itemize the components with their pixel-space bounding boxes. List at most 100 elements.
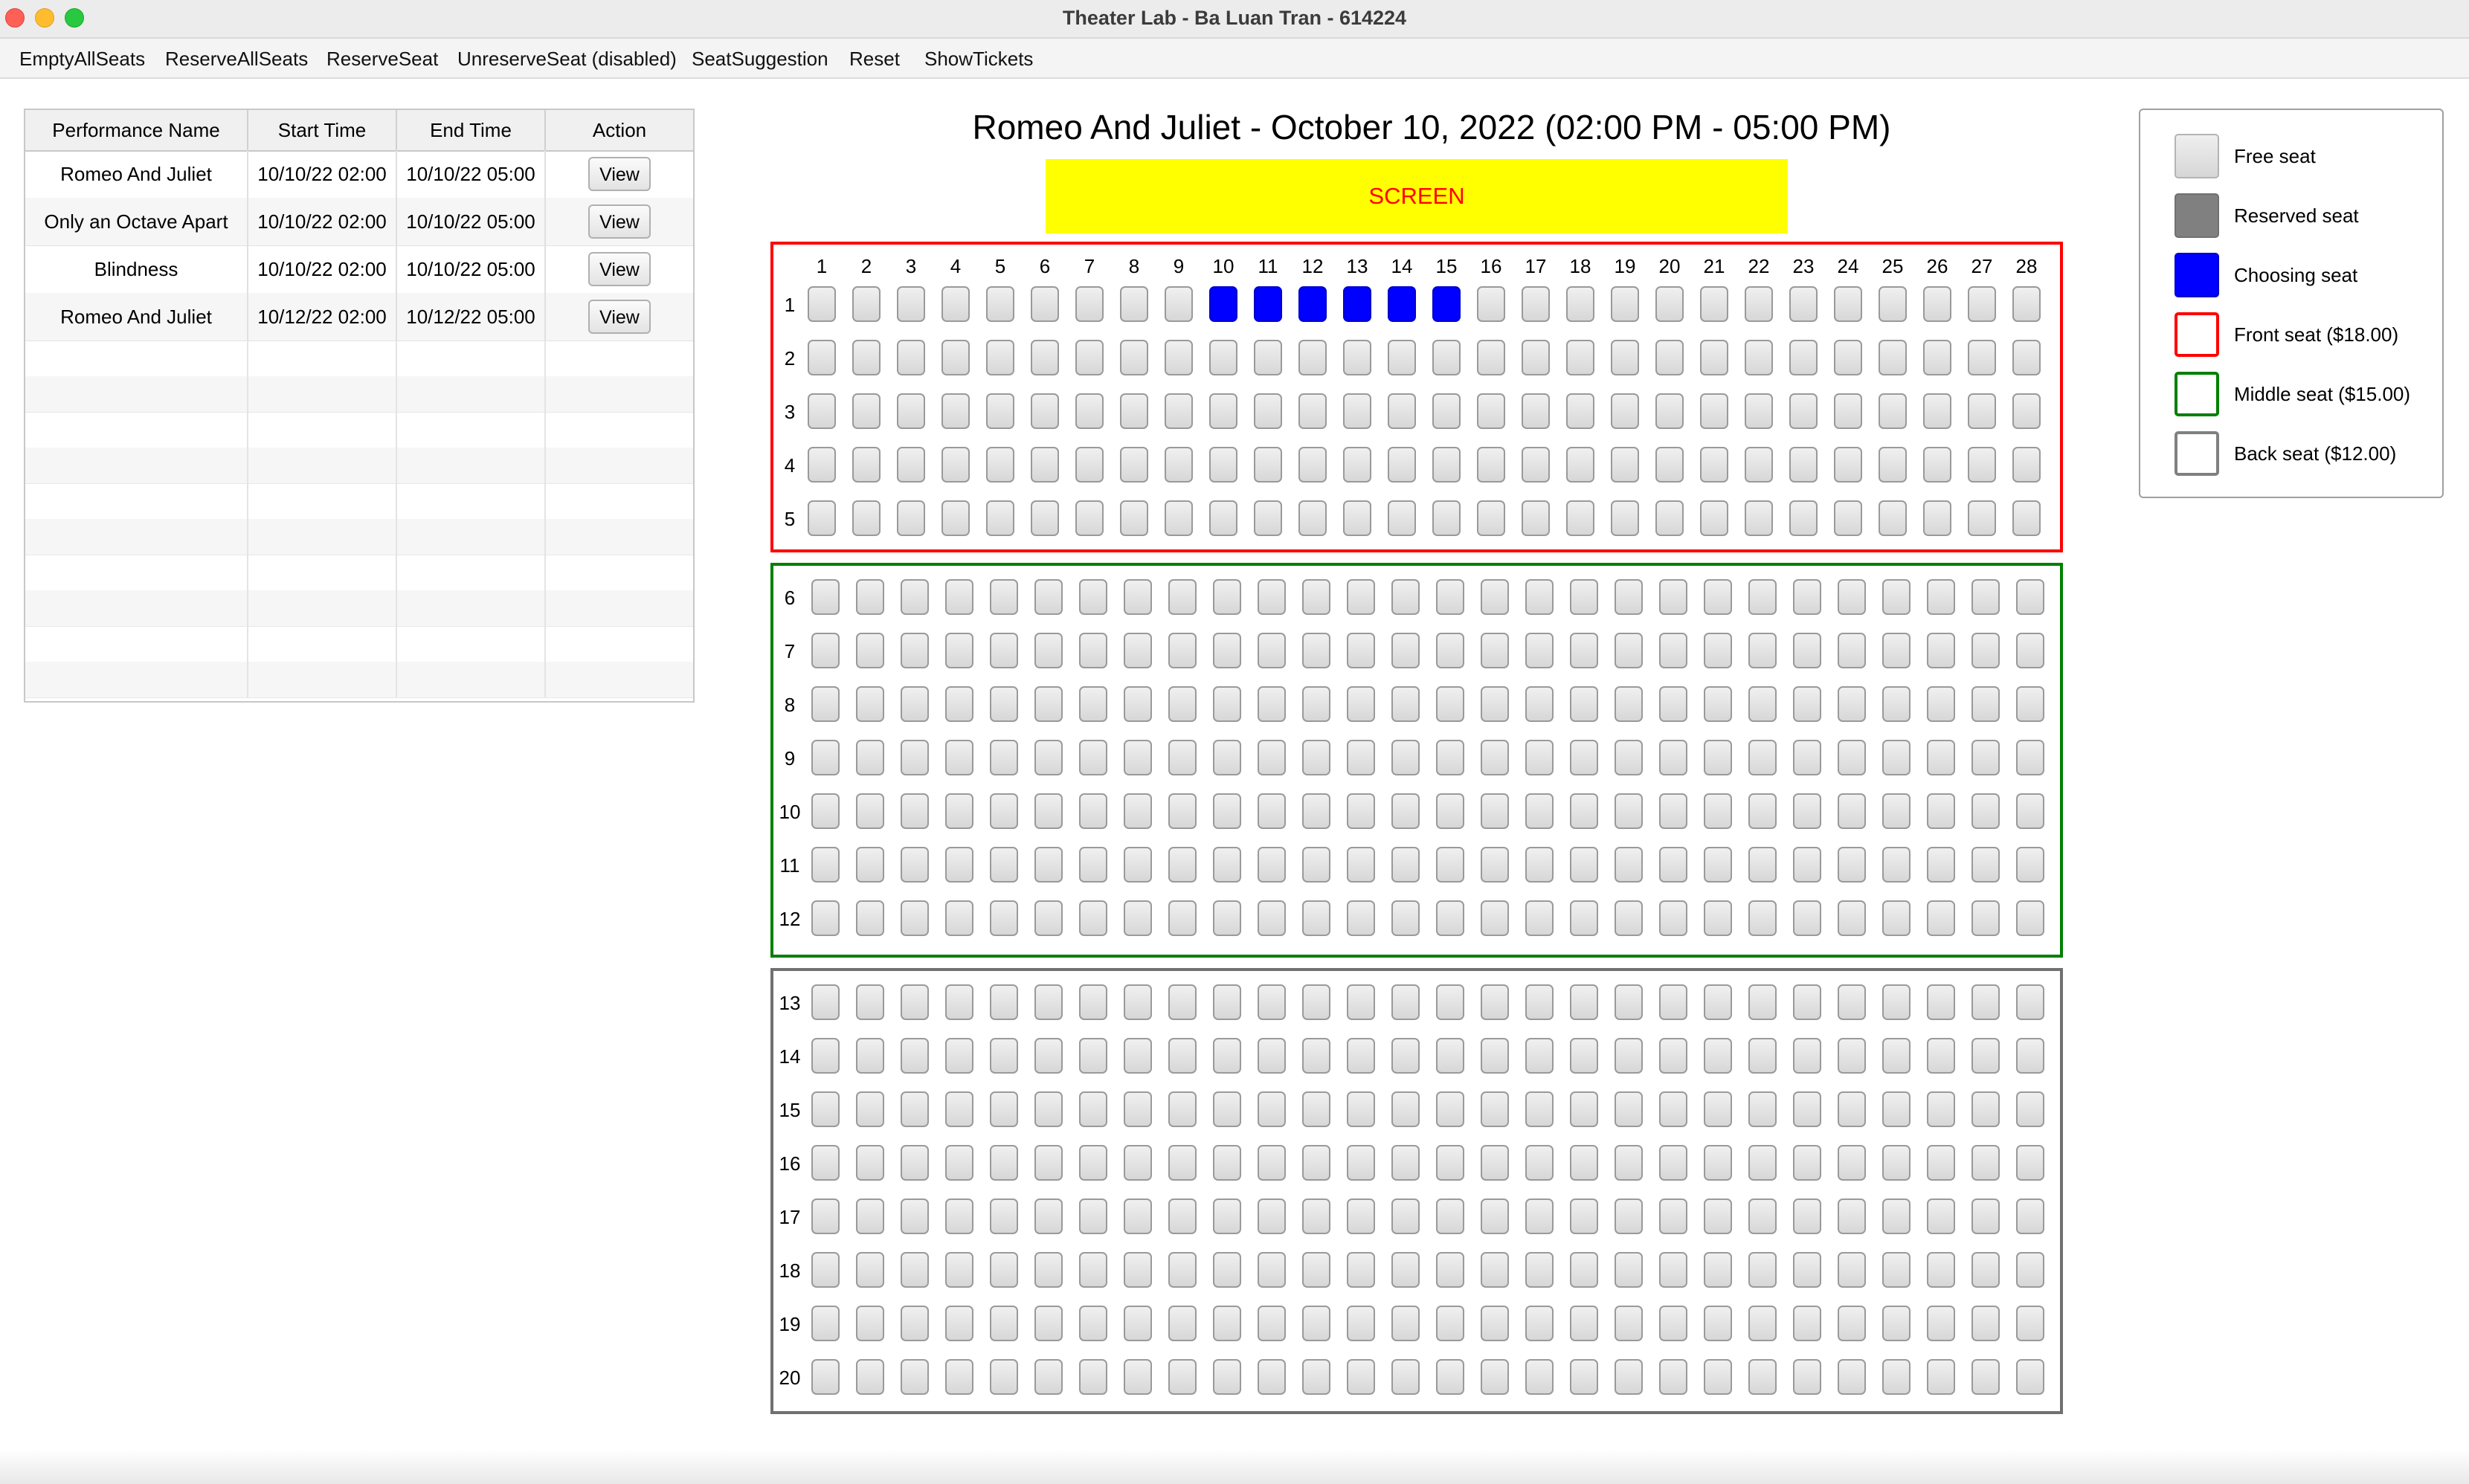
seat-r18-c2[interactable] bbox=[856, 1252, 884, 1288]
seat-r8-c11[interactable] bbox=[1258, 686, 1286, 722]
view-button[interactable]: View bbox=[588, 204, 651, 239]
seat-r9-c20[interactable] bbox=[1659, 740, 1687, 775]
seat-r19-c10[interactable] bbox=[1213, 1306, 1241, 1341]
seat-r12-c22[interactable] bbox=[1748, 900, 1777, 936]
seat-r19-c6[interactable] bbox=[1034, 1306, 1063, 1341]
seat-r13-c5[interactable] bbox=[990, 984, 1018, 1020]
seat-r3-c9[interactable] bbox=[1165, 393, 1193, 429]
seat-r20-c28[interactable] bbox=[2016, 1359, 2044, 1395]
seat-r3-c4[interactable] bbox=[941, 393, 970, 429]
seat-r17-c5[interactable] bbox=[990, 1199, 1018, 1234]
seat-r18-c5[interactable] bbox=[990, 1252, 1018, 1288]
seat-r12-c15[interactable] bbox=[1436, 900, 1464, 936]
seat-r16-c14[interactable] bbox=[1391, 1145, 1420, 1181]
seat-r15-c15[interactable] bbox=[1436, 1091, 1464, 1127]
seat-r18-c21[interactable] bbox=[1704, 1252, 1732, 1288]
seat-r11-c5[interactable] bbox=[990, 847, 1018, 883]
seat-r9-c6[interactable] bbox=[1034, 740, 1063, 775]
seat-r5-c20[interactable] bbox=[1655, 500, 1684, 536]
seat-r13-c6[interactable] bbox=[1034, 984, 1063, 1020]
seat-r20-c10[interactable] bbox=[1213, 1359, 1241, 1395]
seat-r19-c1[interactable] bbox=[811, 1306, 840, 1341]
seat-r2-c7[interactable] bbox=[1075, 340, 1104, 375]
seat-r1-c21[interactable] bbox=[1700, 286, 1728, 322]
seat-r11-c26[interactable] bbox=[1927, 847, 1955, 883]
seat-r16-c16[interactable] bbox=[1481, 1145, 1509, 1181]
seat-r5-c12[interactable] bbox=[1298, 500, 1327, 536]
seat-r2-c2[interactable] bbox=[852, 340, 881, 375]
seat-r20-c22[interactable] bbox=[1748, 1359, 1777, 1395]
seat-r8-c22[interactable] bbox=[1748, 686, 1777, 722]
seat-r14-c22[interactable] bbox=[1748, 1038, 1777, 1074]
seat-r1-c12[interactable] bbox=[1298, 286, 1327, 322]
seat-r19-c26[interactable] bbox=[1927, 1306, 1955, 1341]
seat-r3-c11[interactable] bbox=[1254, 393, 1282, 429]
seat-r15-c9[interactable] bbox=[1168, 1091, 1197, 1127]
seat-r7-c17[interactable] bbox=[1525, 633, 1554, 668]
seat-r14-c19[interactable] bbox=[1615, 1038, 1643, 1074]
seat-r2-c9[interactable] bbox=[1165, 340, 1193, 375]
seat-r5-c4[interactable] bbox=[941, 500, 970, 536]
seat-r13-c7[interactable] bbox=[1079, 984, 1107, 1020]
seat-r11-c25[interactable] bbox=[1882, 847, 1911, 883]
seat-r15-c21[interactable] bbox=[1704, 1091, 1732, 1127]
seat-r10-c23[interactable] bbox=[1793, 793, 1821, 829]
seat-r7-c13[interactable] bbox=[1347, 633, 1375, 668]
seat-r9-c23[interactable] bbox=[1793, 740, 1821, 775]
seat-r15-c5[interactable] bbox=[990, 1091, 1018, 1127]
seat-r19-c7[interactable] bbox=[1079, 1306, 1107, 1341]
seat-r17-c1[interactable] bbox=[811, 1199, 840, 1234]
seat-r3-c25[interactable] bbox=[1879, 393, 1907, 429]
seat-r19-c5[interactable] bbox=[990, 1306, 1018, 1341]
seat-r14-c12[interactable] bbox=[1302, 1038, 1330, 1074]
seat-r3-c5[interactable] bbox=[986, 393, 1014, 429]
seat-r6-c14[interactable] bbox=[1391, 579, 1420, 615]
seat-r11-c18[interactable] bbox=[1570, 847, 1598, 883]
seat-r11-c10[interactable] bbox=[1213, 847, 1241, 883]
seat-r12-c24[interactable] bbox=[1838, 900, 1866, 936]
seat-r8-c7[interactable] bbox=[1079, 686, 1107, 722]
seat-r6-c12[interactable] bbox=[1302, 579, 1330, 615]
seat-r10-c13[interactable] bbox=[1347, 793, 1375, 829]
seat-r14-c1[interactable] bbox=[811, 1038, 840, 1074]
seat-r15-c12[interactable] bbox=[1302, 1091, 1330, 1127]
seat-r7-c8[interactable] bbox=[1124, 633, 1152, 668]
seat-r15-c11[interactable] bbox=[1258, 1091, 1286, 1127]
seat-r16-c1[interactable] bbox=[811, 1145, 840, 1181]
seat-r13-c25[interactable] bbox=[1882, 984, 1911, 1020]
seat-r13-c9[interactable] bbox=[1168, 984, 1197, 1020]
seat-r6-c17[interactable] bbox=[1525, 579, 1554, 615]
seat-r9-c14[interactable] bbox=[1391, 740, 1420, 775]
seat-r18-c10[interactable] bbox=[1213, 1252, 1241, 1288]
seat-r13-c17[interactable] bbox=[1525, 984, 1554, 1020]
seat-r10-c3[interactable] bbox=[901, 793, 929, 829]
seat-r13-c26[interactable] bbox=[1927, 984, 1955, 1020]
seat-r3-c23[interactable] bbox=[1789, 393, 1818, 429]
seat-r20-c24[interactable] bbox=[1838, 1359, 1866, 1395]
seat-r17-c27[interactable] bbox=[1971, 1199, 2000, 1234]
seat-r10-c12[interactable] bbox=[1302, 793, 1330, 829]
seat-r16-c26[interactable] bbox=[1927, 1145, 1955, 1181]
seat-r15-c24[interactable] bbox=[1838, 1091, 1866, 1127]
seat-r5-c7[interactable] bbox=[1075, 500, 1104, 536]
seat-r3-c26[interactable] bbox=[1923, 393, 1951, 429]
seat-r17-c10[interactable] bbox=[1213, 1199, 1241, 1234]
seat-r14-c3[interactable] bbox=[901, 1038, 929, 1074]
seat-r3-c17[interactable] bbox=[1522, 393, 1550, 429]
seat-r11-c16[interactable] bbox=[1481, 847, 1509, 883]
seat-r7-c28[interactable] bbox=[2016, 633, 2044, 668]
seat-r12-c8[interactable] bbox=[1124, 900, 1152, 936]
seat-r10-c24[interactable] bbox=[1838, 793, 1866, 829]
seat-r10-c16[interactable] bbox=[1481, 793, 1509, 829]
seat-r4-c7[interactable] bbox=[1075, 447, 1104, 483]
seat-r16-c5[interactable] bbox=[990, 1145, 1018, 1181]
seat-r11-c24[interactable] bbox=[1838, 847, 1866, 883]
seat-r11-c22[interactable] bbox=[1748, 847, 1777, 883]
seat-r14-c28[interactable] bbox=[2016, 1038, 2044, 1074]
seat-r9-c1[interactable] bbox=[811, 740, 840, 775]
seat-r12-c19[interactable] bbox=[1615, 900, 1643, 936]
seat-r3-c22[interactable] bbox=[1745, 393, 1773, 429]
seat-r13-c22[interactable] bbox=[1748, 984, 1777, 1020]
seat-r12-c3[interactable] bbox=[901, 900, 929, 936]
seat-r16-c11[interactable] bbox=[1258, 1145, 1286, 1181]
